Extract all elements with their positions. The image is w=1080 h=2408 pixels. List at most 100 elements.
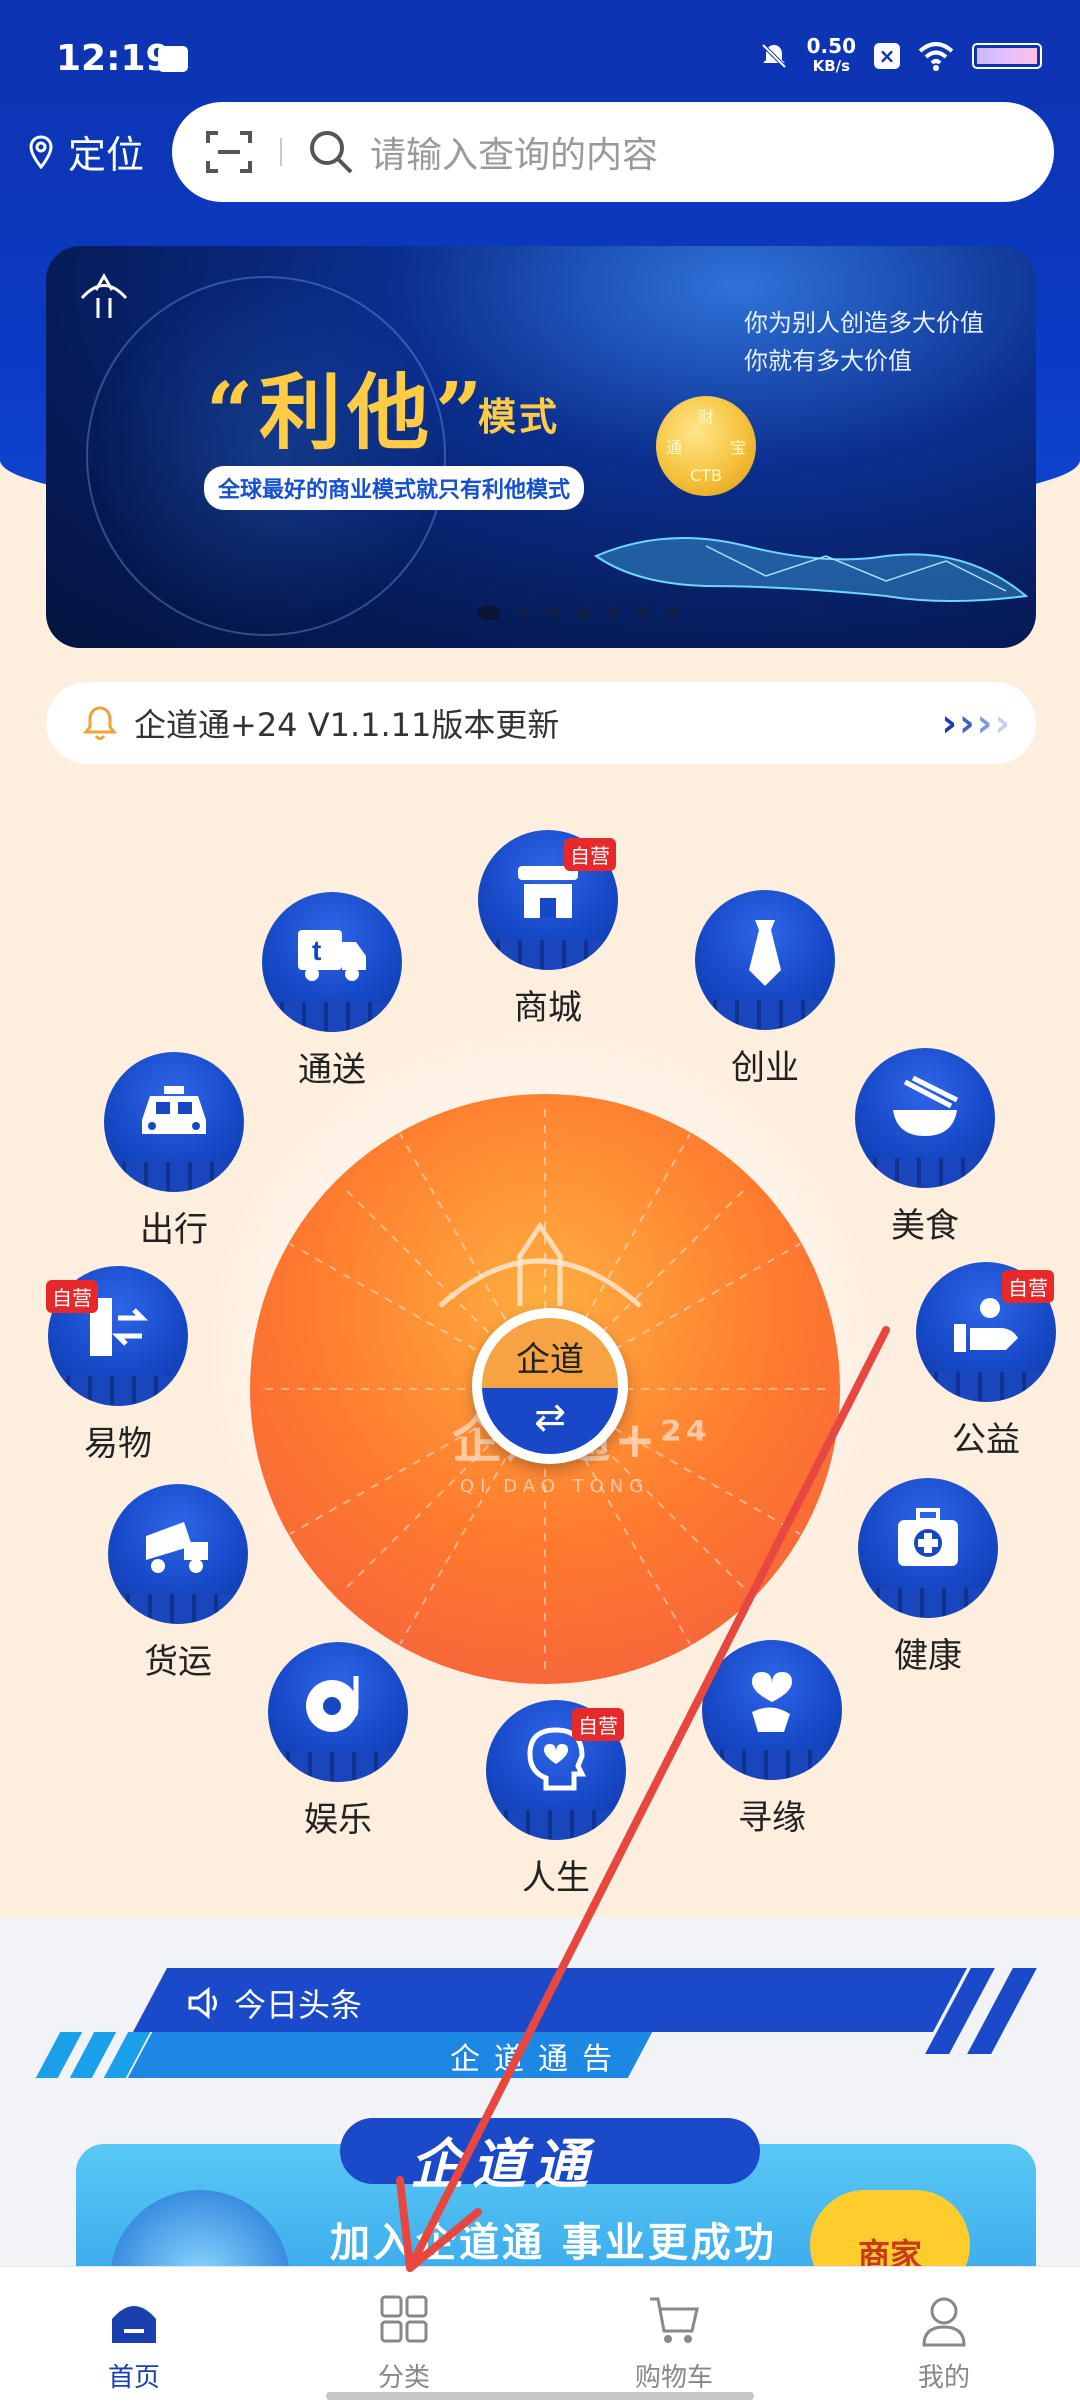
search-separator	[280, 138, 282, 166]
wheel-item-label: 易物	[84, 1424, 152, 1464]
decor-stripes-right	[925, 1968, 1037, 2054]
tab-cart[interactable]: 购物车	[594, 2291, 754, 2394]
self-operated-badge: 自营	[46, 1280, 98, 1313]
coin-right-char: 宝	[730, 438, 747, 457]
wheel-item-label: 公益	[952, 1420, 1020, 1460]
search-input[interactable]: 请输入查询的内容	[370, 126, 658, 178]
pagination-dot[interactable]	[576, 606, 590, 620]
bell-icon	[82, 706, 118, 740]
location-button[interactable]: 定位	[28, 124, 144, 179]
announcement-text: 企道通告	[450, 2042, 626, 2077]
banner-slogan: 你为别人创造多大价值 你就有多大价值	[744, 304, 984, 380]
coin-left-char: 通	[666, 438, 683, 457]
grid-icon	[380, 2295, 428, 2343]
center-label: 企道	[482, 1318, 618, 1388]
wheel-item-mall[interactable]: 自营 商城	[478, 830, 618, 1029]
banner-title-suffix: 模式	[478, 395, 561, 439]
wheel-item-charity[interactable]: 自营 公益	[916, 1262, 1056, 1461]
speaker-icon	[188, 1986, 217, 2020]
wheel-item-label: 寻缘	[738, 1798, 806, 1838]
wheel-item-barter[interactable]: 自营 易物	[46, 1266, 188, 1465]
slogan-line-1: 你为别人创造多大价值	[744, 309, 984, 337]
search-icon	[310, 131, 353, 174]
tab-label: 分类	[377, 2363, 430, 2393]
music-disc-icon	[306, 1676, 359, 1732]
wheel-item-matchmaking[interactable]: 寻缘	[702, 1640, 842, 1839]
tab-category[interactable]: 分类	[324, 2291, 484, 2394]
svg-text:t: t	[312, 935, 321, 966]
digital-hand-graphic	[593, 537, 1029, 602]
pagination-dot[interactable]	[666, 606, 680, 620]
tab-profile[interactable]: 我的	[864, 2291, 1024, 2394]
truck-icon	[146, 1522, 208, 1573]
coin-bottom-text: CTB	[690, 466, 722, 485]
wheel-item-health[interactable]: 健康	[858, 1478, 998, 1677]
bowl-icon	[893, 1075, 959, 1136]
self-operated-badge: 自营	[572, 1708, 624, 1741]
wheel-item-travel[interactable]: 出行	[104, 1052, 244, 1251]
promo-title: 企道通	[410, 2133, 596, 2196]
wheel-item-food[interactable]: 美食	[855, 1048, 995, 1247]
wheel-item-label: 娱乐	[304, 1800, 372, 1840]
pagination-dot[interactable]	[636, 606, 650, 620]
banner-title: “利他”	[206, 365, 489, 461]
wheel-item-label: 人生	[522, 1858, 590, 1898]
mute-bell-icon	[761, 43, 787, 69]
tab-home[interactable]: 首页	[54, 2291, 214, 2394]
taxi-icon	[142, 1086, 206, 1134]
pagination-dot[interactable]	[546, 606, 560, 620]
wheel-item-label: 创业	[731, 1048, 799, 1088]
speed-unit: KB/s	[812, 57, 851, 75]
speed-value: 0.50	[806, 34, 856, 58]
wheel-item-label: 美食	[891, 1206, 959, 1246]
chevrons-right-icon: › › › ›	[941, 701, 1010, 745]
wheel-item-startup[interactable]: 创业	[695, 890, 835, 1089]
wheel-item-entertainment[interactable]: 娱乐	[268, 1642, 408, 1841]
center-switch-button[interactable]: 企道 ⇄	[472, 1308, 628, 1464]
search-bar[interactable]: 请输入查询的内容	[172, 102, 1054, 202]
brand-logo-icon	[80, 272, 128, 318]
tab-label: 购物车	[634, 2363, 713, 2393]
tab-label: 我的	[917, 2363, 970, 2393]
medical-kit-icon	[898, 1508, 958, 1566]
app-notification-icon: ×	[874, 43, 900, 69]
banner-pill: 全球最好的商业模式就只有利他模式	[204, 466, 585, 510]
heart-hand-icon	[752, 1672, 792, 1732]
scan-icon[interactable]	[204, 127, 254, 177]
wheel-item-label: 出行	[140, 1210, 208, 1250]
headline-label[interactable]: 今日头条	[184, 1980, 362, 2026]
decor-stripes-left	[35, 2032, 151, 2078]
network-speed: 0.50 KB/s	[807, 36, 856, 76]
self-operated-badge: 自营	[1002, 1270, 1054, 1303]
pagination-dot[interactable]	[516, 606, 530, 620]
promo-banner[interactable]: “利他” 模式 全球最好的商业模式就只有利他模式 财 通 宝 CTB 你为别人创…	[46, 246, 1036, 648]
location-label: 定位	[68, 133, 145, 177]
wheel-item-label: 健康	[894, 1636, 962, 1676]
wheel-item-life[interactable]: 自营 人生	[486, 1700, 626, 1899]
promo-text: 加入企道通 事业更成功	[330, 2220, 777, 2266]
wheel-item-label: 货运	[144, 1642, 212, 1682]
pagination-dot[interactable]	[478, 606, 500, 620]
user-icon	[922, 2297, 966, 2347]
location-pin-icon	[29, 134, 53, 169]
battery-icon	[972, 43, 1042, 69]
tab-label: 首页	[107, 2363, 160, 2393]
wheel-item-freight[interactable]: 货运	[108, 1484, 248, 1683]
wheel-item-delivery[interactable]: t 通送	[262, 892, 402, 1091]
wifi-icon	[918, 42, 954, 71]
slogan-line-2: 你就有多大价值	[744, 347, 912, 375]
cart-icon	[650, 2297, 699, 2343]
wheel-item-label: 通送	[298, 1050, 366, 1090]
notice-text: 企道通+24 V1.1.11版本更新	[134, 706, 560, 744]
coin-top-char: 财	[698, 408, 715, 427]
home-icon	[112, 2306, 156, 2343]
tie-icon	[749, 920, 781, 986]
update-notice[interactable]: 企道通+24 V1.1.11版本更新 › › › ›	[46, 682, 1036, 764]
pagination-dot[interactable]	[606, 606, 620, 620]
ctb-coin: 财 通 宝 CTB	[656, 396, 756, 496]
delivery-truck-icon: t	[298, 930, 366, 981]
wheel-watermark-sub: QI DAO TONG	[460, 1476, 650, 1497]
status-time: 12:19	[56, 38, 171, 79]
gesture-home-bar[interactable]	[326, 2392, 754, 2400]
wheel-item-label: 商城	[514, 988, 582, 1028]
